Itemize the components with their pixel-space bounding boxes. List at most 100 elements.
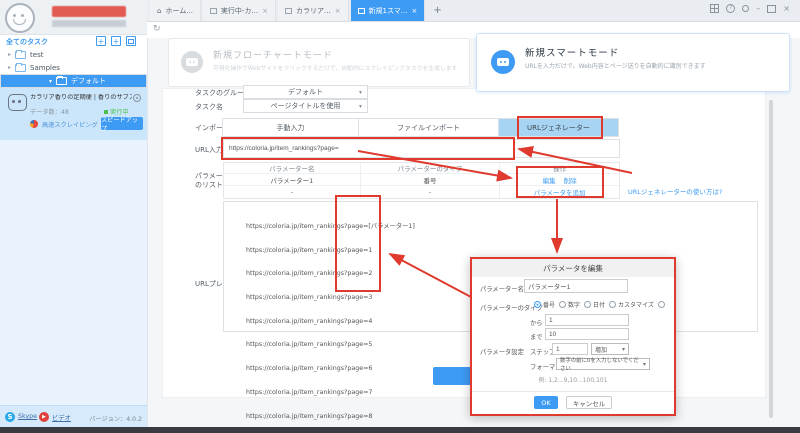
flowchart-mode-title: 新規フローチャートモード — [213, 51, 333, 61]
close-icon[interactable]: × — [335, 7, 341, 15]
tab-new-smart-mode[interactable]: 新規1スマ... × — [350, 0, 426, 21]
url-generator-help-link[interactable]: URLジェネレーターの使い方は? — [628, 186, 722, 196]
to-label: まで — [530, 334, 543, 341]
radio-number[interactable]: 番号 — [534, 300, 555, 309]
import-url-segmented: 手動入力 ファイルインポート URLジェネレーター — [222, 118, 620, 137]
flowchart-mode-icon — [181, 51, 203, 73]
edit-parameter-dialog: パラメータを編集 パラメーター名 パラメーターのタイプ 番号 数字 日付 カスタ… — [470, 257, 676, 416]
apps-grid-icon[interactable] — [710, 4, 720, 13]
video-icon: ▶ — [39, 412, 49, 422]
cell-param-type: - — [361, 186, 501, 198]
ok-button[interactable]: OK — [534, 396, 558, 409]
to-input[interactable] — [545, 328, 629, 340]
help-icon[interactable]: ? — [726, 4, 736, 13]
task-group-value: デフォルト — [288, 88, 323, 96]
caret-down-icon: ▾ — [358, 102, 362, 110]
sidebar-item-samples[interactable]: ▸ Samples — [0, 61, 147, 74]
video-link[interactable]: ビデオ — [52, 413, 71, 422]
radio-digit[interactable]: 数字 — [559, 300, 580, 309]
close-window-icon[interactable]: × — [783, 5, 790, 13]
param-settings-label: パラメータ設定 — [480, 349, 524, 356]
sidebar-item-test[interactable]: ▸ test — [0, 48, 147, 61]
radio-date[interactable]: 日付 — [584, 300, 605, 309]
fast-scraping-label: 高速スクレイピング — [42, 122, 98, 129]
param-type-radios: 番号 数字 日付 カスタマイズ — [534, 300, 667, 309]
smart-mode-card[interactable]: 新規スマートモード URLを入力だけで、Web内容とページ送りを自動的に識別でき… — [476, 33, 790, 92]
restore-icon[interactable] — [767, 4, 777, 13]
cell-param-name: - — [224, 186, 361, 198]
task-view-button[interactable] — [126, 36, 136, 46]
file-import-option[interactable]: ファイルインポート — [358, 118, 499, 137]
table-row: パラメーター1 番号 編集 削除 — [224, 174, 619, 186]
status-dot-icon — [104, 109, 108, 114]
new-group-button[interactable]: + — [96, 36, 106, 46]
parameter-table: パラメーター名 パラメーターのタイプ 操作 パラメーター1 番号 編集 削除 -… — [223, 162, 620, 199]
tab-label: 実行中-カ... — [220, 6, 259, 15]
task-card[interactable]: カラリア香りの定期便 | 香りのサブスク・ス... データ数：48 実行中 高速… — [0, 88, 147, 140]
skype-icon: S — [5, 412, 15, 422]
sidebar: 全てのタスク + + ▸ test ▸ Samples ▾ デフォルト カラリア… — [0, 0, 148, 428]
task-data-count: データ数：48 — [30, 109, 69, 116]
smart-mode-icon — [491, 50, 515, 74]
cell-param-type: 番号 — [360, 174, 501, 186]
task-name-select[interactable]: ページタイトルを使用 ▾ — [243, 99, 368, 113]
param-name-input[interactable] — [524, 279, 628, 293]
edit-link[interactable]: 編集 — [543, 175, 556, 185]
page-icon — [285, 7, 292, 14]
add-parameter-link[interactable]: パラメータを追加 — [534, 187, 586, 197]
account-header — [0, 0, 147, 35]
from-label: から — [530, 320, 543, 327]
home-icon: ⌂ — [157, 6, 162, 15]
smart-mode-title: 新規スマートモード — [525, 48, 620, 59]
url-generator-option[interactable]: URLジェネレーター — [498, 118, 619, 137]
tab-running-task[interactable]: 実行中-カ... × — [202, 0, 276, 21]
refresh-icon[interactable]: ↻ — [153, 24, 161, 34]
vertical-scrollbar[interactable] — [769, 100, 773, 418]
tab-label: カラリア... — [296, 6, 331, 15]
sidebar-item-default[interactable]: ▾ デフォルト — [0, 74, 147, 88]
folder-label: デフォルト — [71, 77, 106, 85]
smart-mode-subtitle: URLを入力だけで、Web内容とページ送りを自動的に識別できます — [525, 63, 706, 70]
account-plan-redacted — [52, 20, 126, 27]
tab-home[interactable]: ⌂ ホーム... — [150, 0, 201, 21]
radio-other[interactable] — [657, 301, 667, 308]
from-input[interactable] — [545, 314, 629, 326]
cancel-button[interactable]: キャンセル — [566, 396, 612, 409]
task-name-value: ページタイトルを使用 — [270, 102, 341, 110]
flowchart-mode-card[interactable]: 新規フローチャートモード 可視化操作でWebサイトをクリックするだけで、自動的に… — [168, 38, 470, 87]
caret-down-icon: ▾ — [642, 360, 646, 368]
step-mode-select[interactable]: 増加 ▾ — [591, 343, 629, 355]
page-icon — [209, 7, 217, 14]
folder-label: test — [30, 50, 44, 59]
step-mode-value: 増加 — [595, 346, 608, 354]
task-title: カラリア香りの定期便 | 香りのサブスク・ス... — [30, 94, 132, 101]
dialog-divider — [472, 391, 674, 392]
manual-input-option[interactable]: 手動入力 — [222, 118, 359, 137]
bottom-edge-strip — [0, 427, 800, 433]
task-group-select[interactable]: デフォルト ▾ — [243, 85, 368, 99]
format-select[interactable]: 数字の前に0を入力しないでください ▾ — [556, 358, 650, 372]
version-label: バージョン：4.0.2 — [89, 416, 142, 423]
close-icon[interactable]: × — [411, 7, 417, 15]
step-input[interactable] — [552, 343, 588, 355]
url-input[interactable] — [223, 139, 620, 158]
minimize-icon[interactable]: – — [756, 5, 760, 13]
gear-icon[interactable] — [742, 5, 750, 12]
url-preview-list: https://coloria.jp/item_rankings?page=[パ… — [246, 222, 415, 420]
skype-link[interactable]: Skype — [18, 413, 37, 420]
folder-icon — [15, 62, 27, 72]
col-param-name: パラメーター名 — [224, 163, 361, 174]
tab-bar: ⌂ ホーム... 実行中-カ... × カラリア... × 新規1スマ... ×… — [147, 0, 800, 22]
new-task-button[interactable]: + — [111, 36, 121, 46]
app-logo-icon — [5, 3, 35, 33]
delete-link[interactable]: 削除 — [564, 175, 577, 185]
tab-coloria[interactable]: カラリア... × — [278, 0, 349, 21]
folder-label: Samples — [30, 63, 60, 72]
new-tab-button[interactable]: + — [427, 0, 447, 21]
record-icon[interactable] — [133, 94, 141, 102]
close-icon[interactable]: × — [262, 7, 268, 15]
speedup-button[interactable]: スピードアップ — [101, 117, 143, 133]
radio-custom[interactable]: カスタマイズ — [609, 300, 654, 309]
all-tasks-label: 全てのタスク — [6, 38, 48, 46]
task-name-label: タスク名 — [195, 103, 223, 111]
